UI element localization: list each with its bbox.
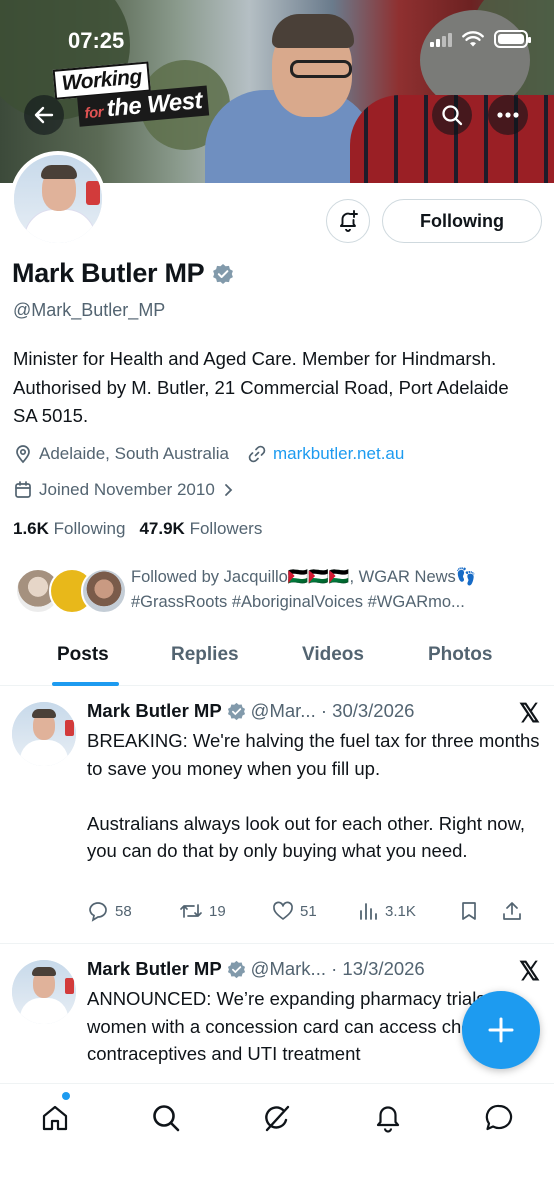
reply-count: 58 bbox=[115, 902, 132, 920]
repost-icon bbox=[180, 904, 202, 918]
tab-replies[interactable]: Replies bbox=[171, 644, 239, 666]
profile-name: Mark Butler MP bbox=[12, 258, 205, 288]
following-label: Following bbox=[53, 519, 126, 538]
bookmark-icon bbox=[462, 902, 476, 920]
calendar-icon bbox=[15, 481, 31, 498]
home-unread-dot bbox=[62, 1092, 70, 1100]
battery-icon bbox=[494, 30, 531, 48]
followers-count-link[interactable]: 47.9K Followers bbox=[139, 519, 262, 539]
tab-photos[interactable]: Photos bbox=[428, 644, 492, 666]
notification-bell-button[interactable] bbox=[326, 199, 370, 243]
post-header: Mark Butler MP @Mar... · 30/3/2026 bbox=[87, 700, 414, 722]
repost-button[interactable]: 19 bbox=[179, 900, 272, 922]
search-icon bbox=[442, 105, 463, 126]
post-actions: 58 19 51 3.1K bbox=[87, 900, 542, 922]
post-header: Mark Butler MP @Mark... · 13/3/2026 bbox=[87, 958, 425, 980]
banner-person-glasses bbox=[290, 60, 352, 78]
like-count: 51 bbox=[300, 902, 317, 920]
grok-icon bbox=[265, 1105, 290, 1132]
link-icon bbox=[248, 445, 266, 463]
x-logo-icon: 𝕏 bbox=[519, 956, 540, 986]
chat-icon bbox=[485, 1104, 513, 1131]
views-button[interactable]: 3.1K bbox=[357, 900, 459, 922]
post-avatar[interactable] bbox=[12, 960, 76, 1024]
signal-icon bbox=[430, 31, 452, 47]
more-icon bbox=[497, 112, 519, 118]
profile-tabs: Posts Replies Videos Photos bbox=[0, 630, 554, 686]
bookmark-button[interactable] bbox=[459, 900, 501, 922]
wifi-icon bbox=[462, 30, 484, 46]
profile-website-link[interactable]: markbutler.net.au bbox=[273, 444, 404, 464]
profile-name-row: Mark Butler MP bbox=[12, 258, 234, 289]
followed-by-avatars[interactable] bbox=[15, 568, 127, 614]
views-count: 3.1K bbox=[385, 902, 416, 920]
nav-grok[interactable] bbox=[257, 1098, 297, 1138]
location-pin-icon bbox=[16, 445, 30, 464]
sticker-for: for bbox=[83, 103, 104, 123]
nav-home[interactable] bbox=[35, 1098, 75, 1138]
tab-posts[interactable]: Posts bbox=[57, 644, 109, 666]
x-logo-icon: 𝕏 bbox=[519, 698, 540, 728]
verified-badge-icon[interactable] bbox=[212, 263, 234, 285]
share-button[interactable] bbox=[501, 900, 523, 922]
banner-person-hair bbox=[272, 14, 354, 48]
chevron-right-icon bbox=[224, 484, 233, 496]
reply-icon bbox=[89, 902, 107, 922]
profile-location: Adelaide, South Australia bbox=[39, 444, 229, 463]
back-button[interactable] bbox=[24, 95, 64, 135]
status-icons bbox=[430, 30, 531, 48]
nav-search[interactable] bbox=[146, 1098, 186, 1138]
bottom-navigation bbox=[0, 1083, 554, 1200]
profile-handle: @Mark_Butler_MP bbox=[13, 300, 166, 320]
post-text: BREAKING: We're halving the fuel tax for… bbox=[87, 730, 540, 861]
following-count-link[interactable]: 1.6K Following bbox=[13, 519, 125, 539]
views-chart-icon bbox=[360, 903, 377, 920]
tab-videos[interactable]: Videos bbox=[302, 644, 364, 666]
status-time: 07:25 bbox=[68, 28, 125, 53]
profile-avatar[interactable] bbox=[10, 151, 106, 247]
compose-post-button[interactable] bbox=[462, 991, 540, 1069]
verified-badge-icon bbox=[227, 702, 245, 720]
followed-by-text[interactable]: Followed by Jacquillo🇵🇸🇵🇸🇵🇸, WGAR News👣 … bbox=[131, 565, 541, 615]
share-icon bbox=[503, 902, 521, 920]
follower-avatar bbox=[81, 568, 127, 614]
following-count: 1.6K bbox=[13, 519, 49, 538]
sticker-line2-text: the West bbox=[105, 87, 204, 123]
bell-plus-icon bbox=[340, 210, 358, 232]
nav-notifications[interactable] bbox=[368, 1098, 408, 1138]
bell-icon bbox=[376, 1106, 400, 1133]
search-icon bbox=[153, 1105, 180, 1132]
profile-bio: Minister for Health and Aged Care. Membe… bbox=[13, 348, 509, 426]
like-button[interactable]: 51 bbox=[272, 900, 357, 922]
post-avatar[interactable] bbox=[12, 702, 76, 766]
followers-label: Followers bbox=[189, 519, 263, 538]
profile-meta-row: Adelaide, South Australia markbutler.net… bbox=[13, 444, 404, 464]
verified-badge-icon bbox=[227, 960, 245, 978]
post-author-name[interactable]: Mark Butler MP bbox=[87, 958, 222, 980]
nav-messages[interactable] bbox=[479, 1098, 519, 1138]
profile-joined: Joined November 2010 bbox=[39, 480, 215, 499]
search-button[interactable] bbox=[432, 95, 472, 135]
reply-button[interactable]: 58 bbox=[87, 900, 179, 922]
post-author-name[interactable]: Mark Butler MP bbox=[87, 700, 222, 722]
post-item[interactable]: Mark Butler MP @Mar... · 30/3/2026 𝕏 BRE… bbox=[0, 686, 554, 944]
profile-stats: 1.6K Following 47.9K Followers bbox=[13, 519, 262, 539]
home-icon bbox=[42, 1105, 68, 1131]
followers-count: 47.9K bbox=[139, 519, 185, 538]
post-meta: @Mar... · 30/3/2026 bbox=[250, 700, 415, 721]
profile-joined-row[interactable]: Joined November 2010 bbox=[13, 480, 235, 500]
repost-count: 19 bbox=[209, 902, 226, 920]
following-button[interactable]: Following bbox=[382, 199, 542, 243]
back-arrow-icon bbox=[34, 106, 54, 124]
heart-icon bbox=[273, 901, 293, 920]
plus-icon bbox=[488, 1017, 514, 1043]
post-meta: @Mark... · 13/3/2026 bbox=[250, 958, 425, 979]
more-button[interactable] bbox=[488, 95, 528, 135]
